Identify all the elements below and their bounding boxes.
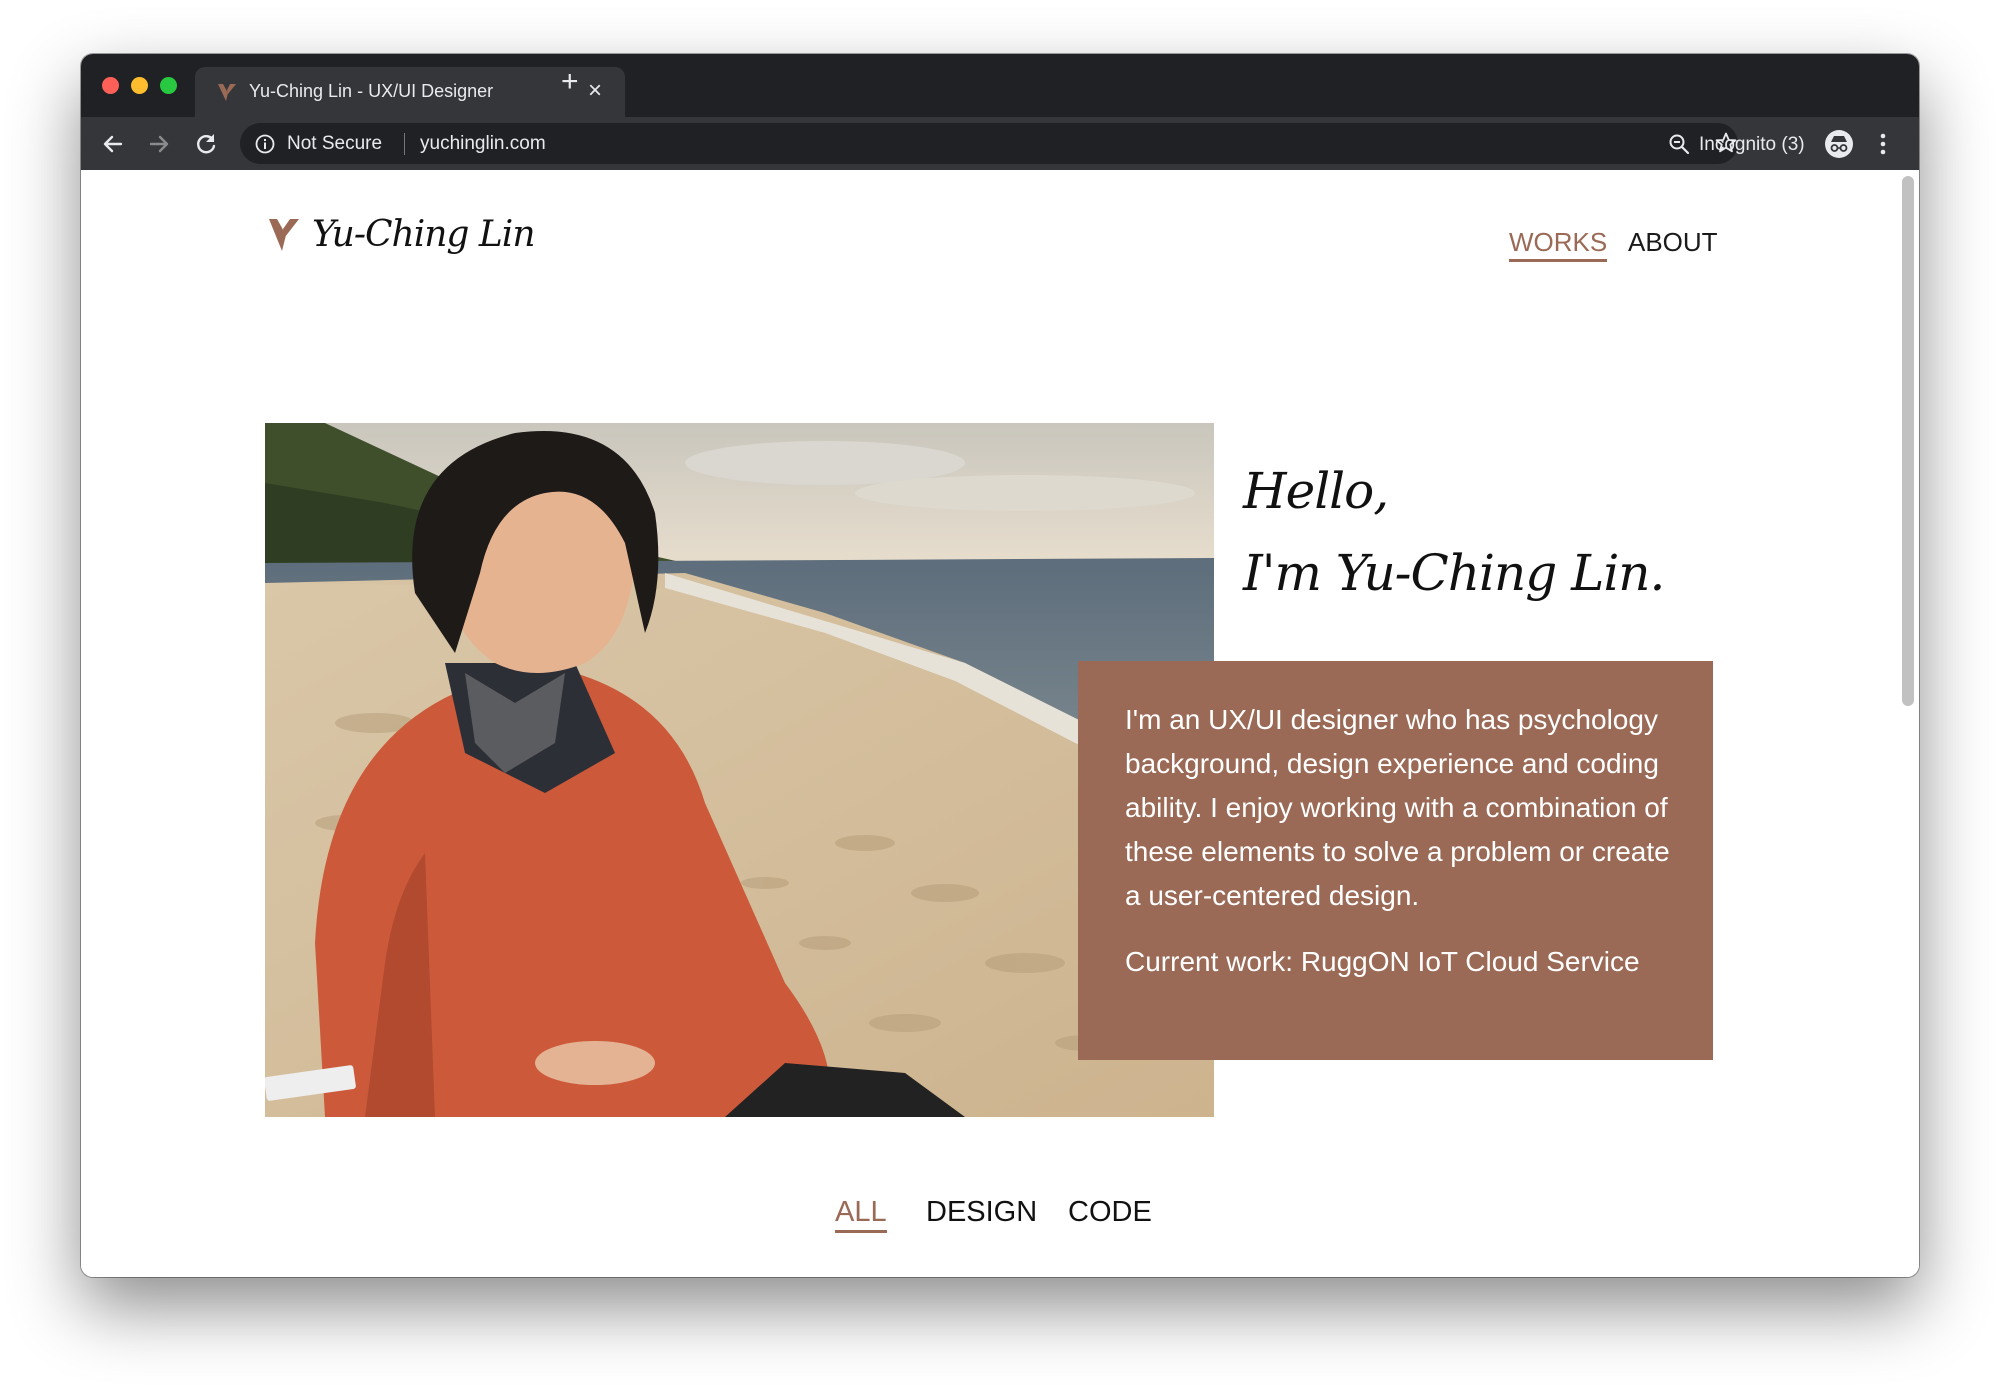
nav-works-link[interactable]: WORKS — [1509, 227, 1608, 262]
nav-about-link[interactable]: ABOUT — [1628, 227, 1718, 258]
reload-icon[interactable] — [192, 130, 220, 158]
hero-greeting: Hello, I'm Yu-Ching Lin. — [1243, 450, 1665, 614]
filter-code-tab[interactable]: CODE — [1068, 1196, 1152, 1229]
zoom-icon[interactable] — [1667, 132, 1691, 156]
filter-design-tab[interactable]: DESIGN — [926, 1196, 1037, 1229]
hero-photo — [265, 423, 1214, 1117]
work-filters: ALL DESIGN CODE — [81, 1196, 1919, 1246]
browser-toolbar: Not Secure yuchinglin.com Incognito (3) — [81, 117, 1919, 170]
scrollbar[interactable] — [1902, 176, 1914, 706]
info-icon[interactable] — [254, 133, 276, 155]
greeting-line-2: I'm Yu-Ching Lin. — [1243, 544, 1665, 602]
incognito-label[interactable]: Incognito (3) — [1699, 134, 1805, 156]
menu-icon[interactable] — [1878, 130, 1888, 158]
zoom-window-button[interactable] — [160, 77, 177, 94]
greeting-line-1: Hello, — [1243, 462, 1389, 520]
tab-strip: Yu-Ching Lin - UX/UI Designer × + — [81, 54, 1919, 117]
intro-text: I'm an UX/UI designer who has psychology… — [1125, 704, 1670, 911]
intro-card: I'm an UX/UI designer who has psychology… — [1078, 661, 1713, 1060]
tab-title: Yu-Ching Lin - UX/UI Designer — [249, 81, 494, 101]
new-tab-icon[interactable]: + — [561, 65, 579, 99]
forward-icon[interactable] — [145, 130, 173, 158]
current-work-text: Current work: RuggON IoT Cloud Service — [1125, 946, 1640, 977]
tab-close-icon[interactable]: × — [588, 78, 602, 104]
browser-window: Yu-Ching Lin - UX/UI Designer × + Not Se… — [81, 54, 1919, 1277]
site-logo[interactable]: Yu-Ching Lin — [268, 214, 536, 255]
security-label[interactable]: Not Secure — [287, 133, 382, 155]
back-icon[interactable] — [99, 130, 127, 158]
url-text[interactable]: yuchinglin.com — [420, 133, 546, 155]
close-window-button[interactable] — [102, 77, 119, 94]
filter-all-tab[interactable]: ALL — [835, 1196, 887, 1233]
minimize-window-button[interactable] — [131, 77, 148, 94]
site-favicon-icon — [218, 84, 236, 101]
logo-text[interactable]: Yu-Ching Lin — [312, 214, 536, 255]
page-viewport[interactable]: Yu-Ching Lin WORKS ABOUT Hello, I'm Yu-C… — [81, 170, 1919, 1277]
incognito-icon[interactable] — [1824, 129, 1854, 159]
logo-mark-icon — [269, 218, 299, 251]
address-separator — [404, 133, 405, 155]
address-bar[interactable]: Not Secure yuchinglin.com — [240, 123, 1738, 164]
